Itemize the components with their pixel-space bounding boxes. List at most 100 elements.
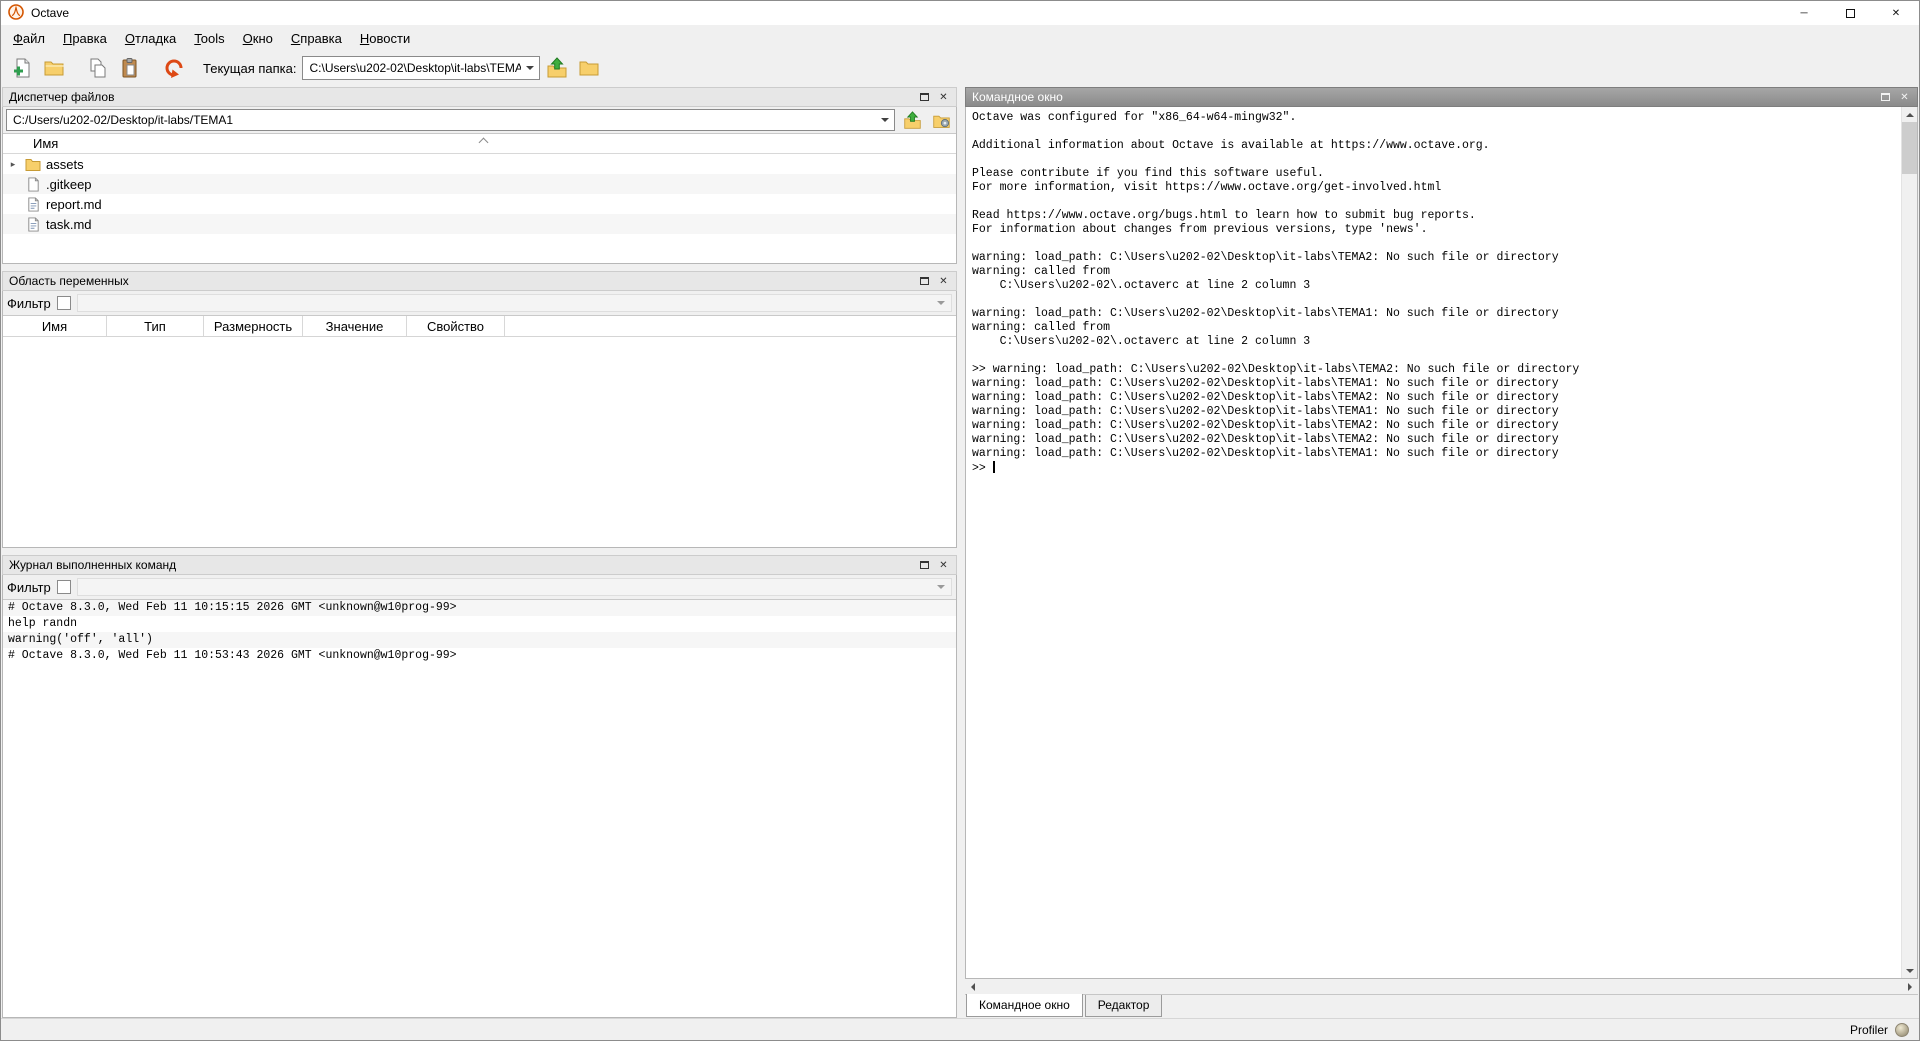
- col-attribute[interactable]: Свойство: [407, 316, 505, 336]
- name-column-header[interactable]: Имя: [3, 134, 956, 154]
- history-list: # Octave 8.3.0, Wed Feb 11 10:15:15 2026…: [3, 599, 956, 1017]
- undo-button[interactable]: [159, 54, 189, 82]
- filter-combobox[interactable]: [77, 578, 952, 596]
- history-panel: Журнал выполненных команд ✕ Фильтр # Oct…: [2, 555, 957, 1018]
- menu-tools[interactable]: Tools: [185, 26, 233, 51]
- menu-edit[interactable]: Правка: [54, 26, 116, 51]
- close-icon: ✕: [939, 276, 947, 287]
- menu-debug[interactable]: Отладка: [116, 26, 185, 51]
- menu-window[interactable]: Окно: [234, 26, 282, 51]
- close-icon: ✕: [1900, 92, 1908, 103]
- command-output[interactable]: Octave was configured for "x86_64-w64-mi…: [966, 107, 1901, 978]
- workspace-table-body[interactable]: [3, 337, 956, 547]
- fb-actions-button[interactable]: [929, 109, 953, 131]
- col-name[interactable]: Имя: [3, 316, 107, 336]
- scroll-right-button[interactable]: [1902, 979, 1918, 994]
- scroll-up-button[interactable]: [1902, 107, 1917, 122]
- scroll-down-button[interactable]: [1902, 963, 1917, 978]
- sort-indicator-icon: [478, 138, 488, 148]
- file-browser-path-combobox[interactable]: C:/Users/u202-02/Desktop/it-labs/ТЕМА1: [6, 109, 895, 131]
- copy-icon: [87, 57, 109, 79]
- splitter[interactable]: [2, 548, 957, 555]
- current-dir-combobox[interactable]: C:\Users\u202-02\Desktop\it-labs\ТЕМА1: [302, 56, 540, 80]
- undock-button[interactable]: [1876, 89, 1895, 105]
- octave-logo-icon: [8, 4, 24, 23]
- file-row-assets[interactable]: ▸ assets: [3, 154, 956, 174]
- expander-icon[interactable]: ▸: [6, 159, 20, 170]
- undock-button[interactable]: [915, 557, 934, 573]
- open-folder-icon: [43, 57, 65, 79]
- open-button[interactable]: [39, 54, 69, 82]
- close-panel-button[interactable]: ✕: [934, 557, 953, 573]
- scroll-left-button[interactable]: [965, 979, 981, 994]
- tab-editor[interactable]: Редактор: [1085, 995, 1163, 1017]
- scrollbar-track[interactable]: [1902, 174, 1917, 963]
- copy-button[interactable]: [83, 54, 113, 82]
- bottom-tabbar: Командное окно Редактор: [965, 994, 1918, 1018]
- splitter[interactable]: [957, 87, 965, 1018]
- col-value[interactable]: Значение: [303, 316, 407, 336]
- workspace-titlebar[interactable]: Область переменных ✕: [2, 271, 957, 291]
- menu-help[interactable]: Справка: [282, 26, 351, 51]
- horizontal-scrollbar[interactable]: [965, 979, 1918, 994]
- chevron-down-icon[interactable]: [876, 110, 894, 130]
- titlebar: Octave ─ ✕: [1, 1, 1919, 25]
- command-output-text: Octave was configured for "x86_64-w64-mi…: [972, 111, 1579, 475]
- chevron-down-icon[interactable]: [521, 57, 539, 79]
- text-cursor: [993, 461, 995, 473]
- col-dimension[interactable]: Размерность: [204, 316, 303, 336]
- file-browser-toolbar: C:/Users/u202-02/Desktop/it-labs/ТЕМА1: [3, 107, 956, 133]
- profiler-indicator-icon[interactable]: [1895, 1023, 1909, 1037]
- close-panel-button[interactable]: ✕: [1895, 89, 1914, 105]
- vertical-scrollbar[interactable]: [1901, 107, 1917, 978]
- filter-checkbox[interactable]: [57, 580, 71, 594]
- markdown-file-icon: [24, 197, 42, 212]
- file-browser-body: C:/Users/u202-02/Desktop/it-labs/ТЕМА1: [2, 107, 957, 264]
- file-browser-path-value: C:/Users/u202-02/Desktop/it-labs/ТЕМА1: [7, 113, 876, 127]
- maximize-button[interactable]: [1827, 1, 1873, 25]
- scroll-right-icon: [1908, 983, 1912, 991]
- tab-command-window[interactable]: Командное окно: [966, 994, 1083, 1017]
- file-row-task[interactable]: task.md: [3, 214, 956, 234]
- minimize-button[interactable]: ─: [1781, 1, 1827, 25]
- filter-checkbox[interactable]: [57, 296, 71, 310]
- history-filter-row: Фильтр: [3, 575, 956, 599]
- splitter[interactable]: [2, 264, 957, 271]
- dir-up-button[interactable]: [542, 54, 572, 82]
- dir-up-icon: [903, 111, 922, 130]
- undock-icon: [920, 561, 929, 569]
- file-browser-title: Диспетчер файлов: [9, 90, 915, 104]
- scrollbar-thumb[interactable]: [1902, 122, 1917, 174]
- paste-button[interactable]: [115, 54, 145, 82]
- fb-dir-up-button[interactable]: [900, 109, 924, 131]
- undock-button[interactable]: [915, 89, 934, 105]
- history-row[interactable]: # Octave 8.3.0, Wed Feb 11 10:53:43 2026…: [3, 648, 956, 664]
- history-row[interactable]: warning('off', 'all'): [3, 632, 956, 648]
- new-script-button[interactable]: [7, 54, 37, 82]
- menu-news[interactable]: Новости: [351, 26, 419, 51]
- close-icon: ✕: [939, 560, 947, 571]
- menu-file[interactable]: Файл: [4, 26, 54, 51]
- command-window-titlebar[interactable]: Командное окно ✕: [965, 87, 1918, 107]
- command-window-title: Командное окно: [972, 90, 1876, 104]
- close-panel-button[interactable]: ✕: [934, 273, 953, 289]
- file-name: report.md: [46, 197, 102, 212]
- col-type[interactable]: Тип: [107, 316, 204, 336]
- undock-button[interactable]: [915, 273, 934, 289]
- file-list: Имя ▸ assets: [3, 133, 956, 263]
- file-row-report[interactable]: report.md: [3, 194, 956, 214]
- command-window-body: Octave was configured for "x86_64-w64-mi…: [965, 107, 1918, 979]
- browse-dir-button[interactable]: [574, 54, 604, 82]
- history-titlebar[interactable]: Журнал выполненных команд ✕: [2, 555, 957, 575]
- octave-main-window: Octave ─ ✕ Файл Правка Отладка Tools Окн…: [0, 0, 1920, 1041]
- file-browser-titlebar[interactable]: Диспетчер файлов ✕: [2, 87, 957, 107]
- scroll-up-icon: [1906, 113, 1914, 117]
- main-area: Диспетчер файлов ✕ C:/Users/u202-02/Desk…: [1, 85, 1919, 1018]
- history-row[interactable]: # Octave 8.3.0, Wed Feb 11 10:15:15 2026…: [3, 600, 956, 616]
- close-panel-button[interactable]: ✕: [934, 89, 953, 105]
- close-button[interactable]: ✕: [1873, 1, 1919, 25]
- maximize-icon: [1846, 9, 1855, 18]
- filter-combobox[interactable]: [77, 294, 952, 312]
- history-row[interactable]: help randn: [3, 616, 956, 632]
- file-row-gitkeep[interactable]: .gitkeep: [3, 174, 956, 194]
